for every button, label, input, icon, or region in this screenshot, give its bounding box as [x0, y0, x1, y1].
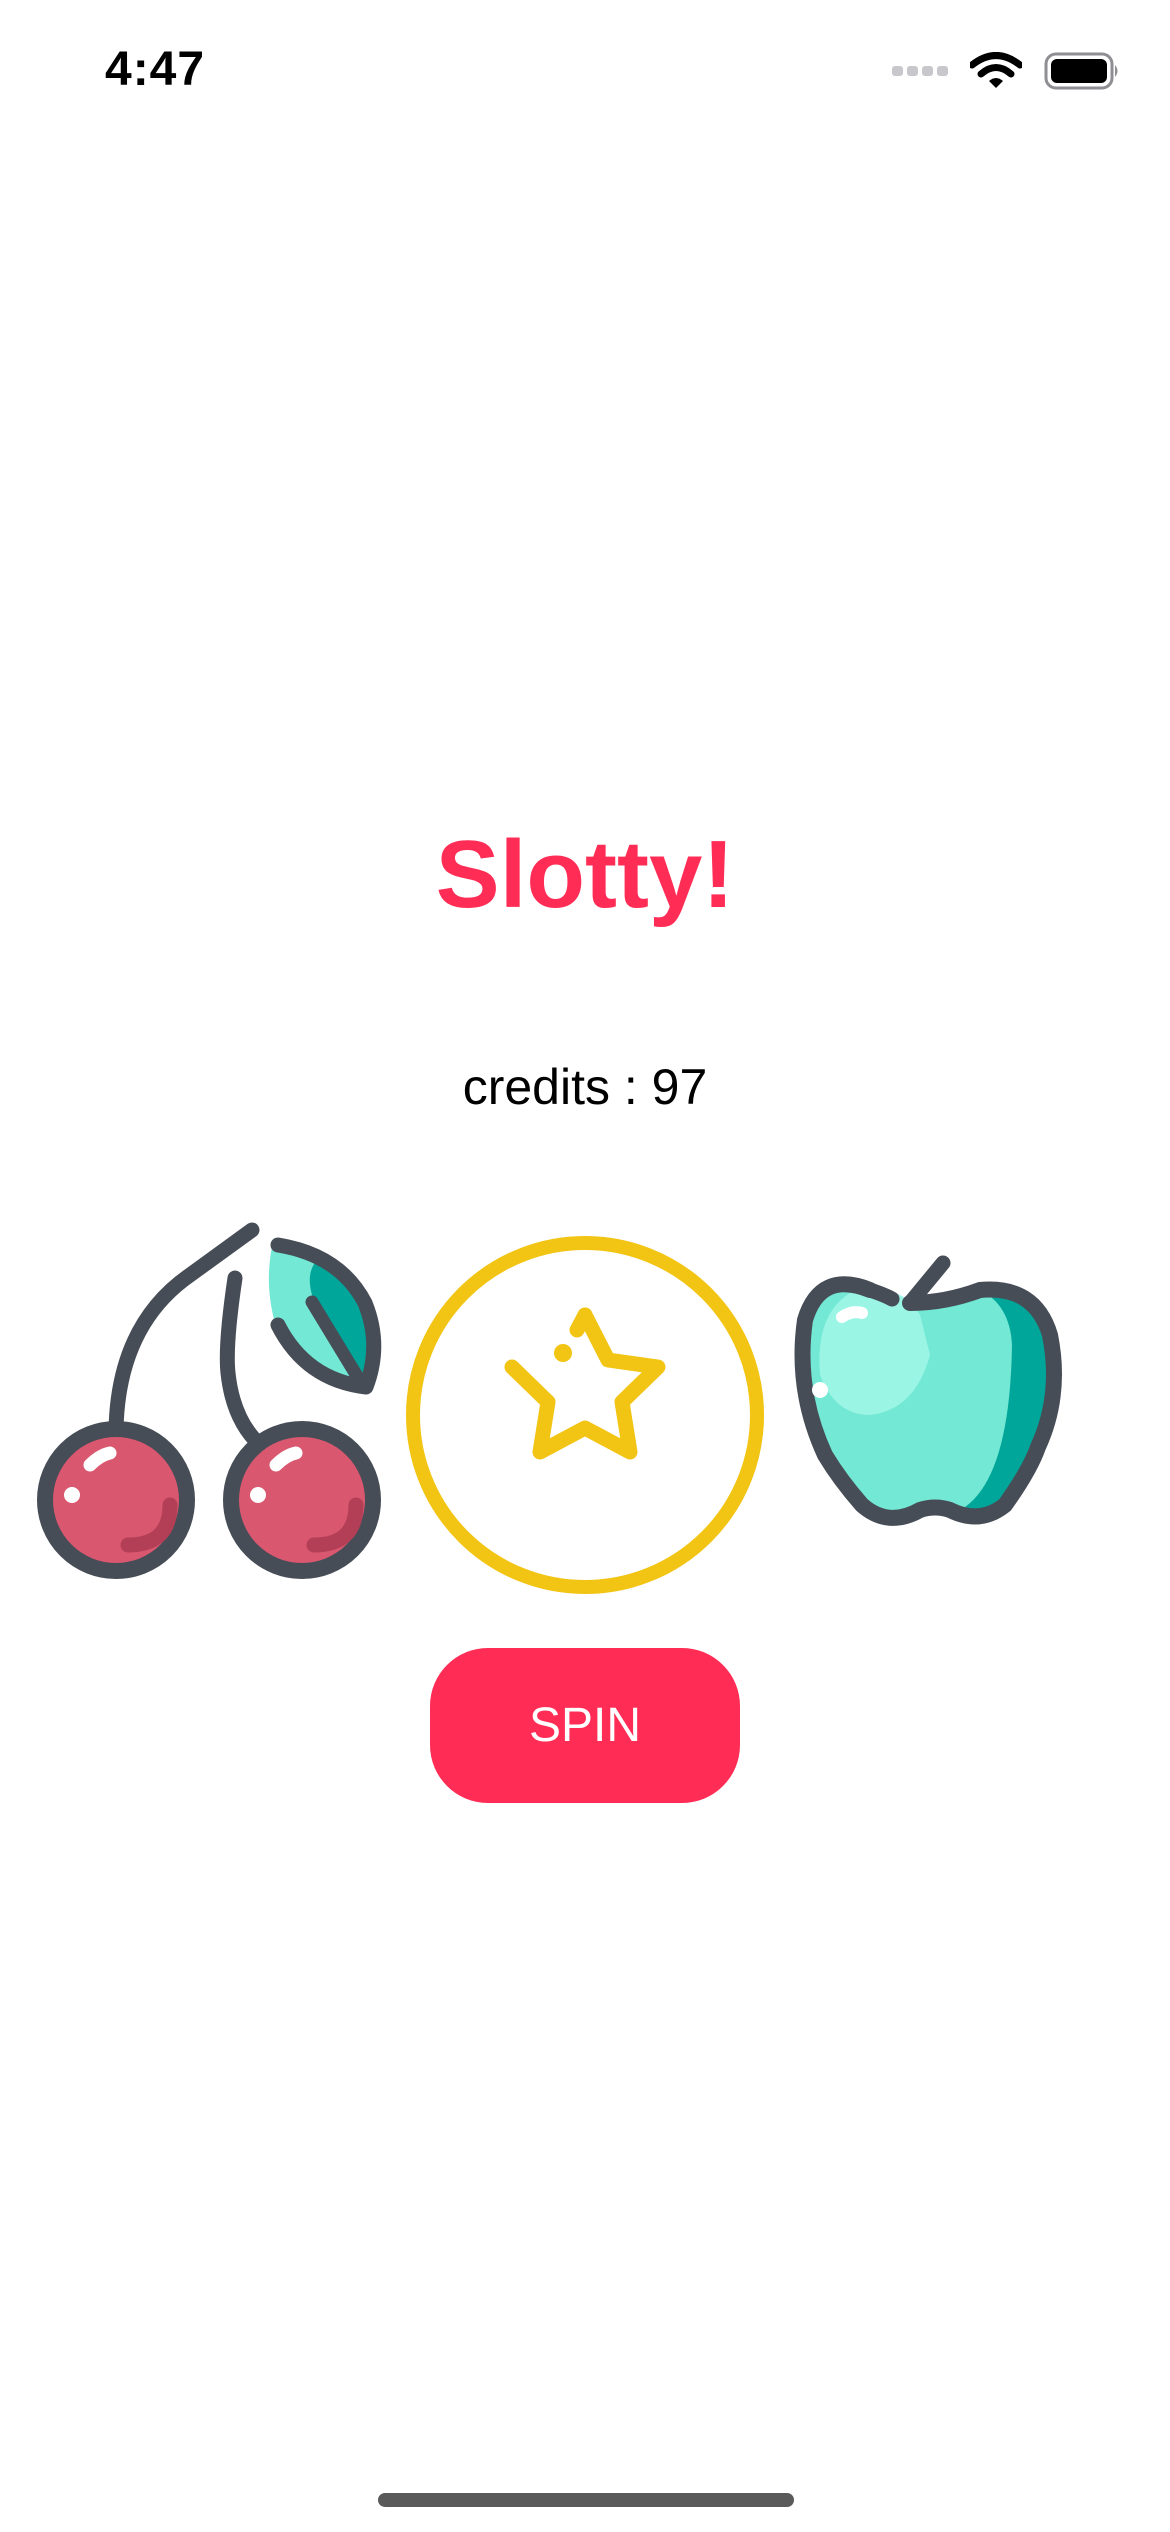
slot-reels	[30, 1215, 1140, 1615]
battery-icon	[1044, 52, 1120, 90]
spin-button[interactable]: SPIN	[430, 1648, 740, 1803]
reel-3	[780, 1215, 1140, 1615]
wifi-icon	[970, 52, 1022, 90]
app-title: Slotty!	[435, 821, 735, 928]
star-coin-icon	[405, 1215, 765, 1615]
credits-label: credits : 97	[462, 1059, 708, 1115]
status-bar: 4:47	[0, 0, 1170, 140]
reel-2	[405, 1215, 765, 1615]
apple-icon	[780, 1215, 1140, 1615]
status-time: 4:47	[105, 43, 206, 96]
cherries-icon	[30, 1215, 390, 1615]
cellular-signal-icon	[892, 64, 948, 78]
home-indicator[interactable]	[378, 2493, 794, 2507]
status-icons	[892, 52, 1120, 90]
reel-1	[30, 1215, 390, 1615]
